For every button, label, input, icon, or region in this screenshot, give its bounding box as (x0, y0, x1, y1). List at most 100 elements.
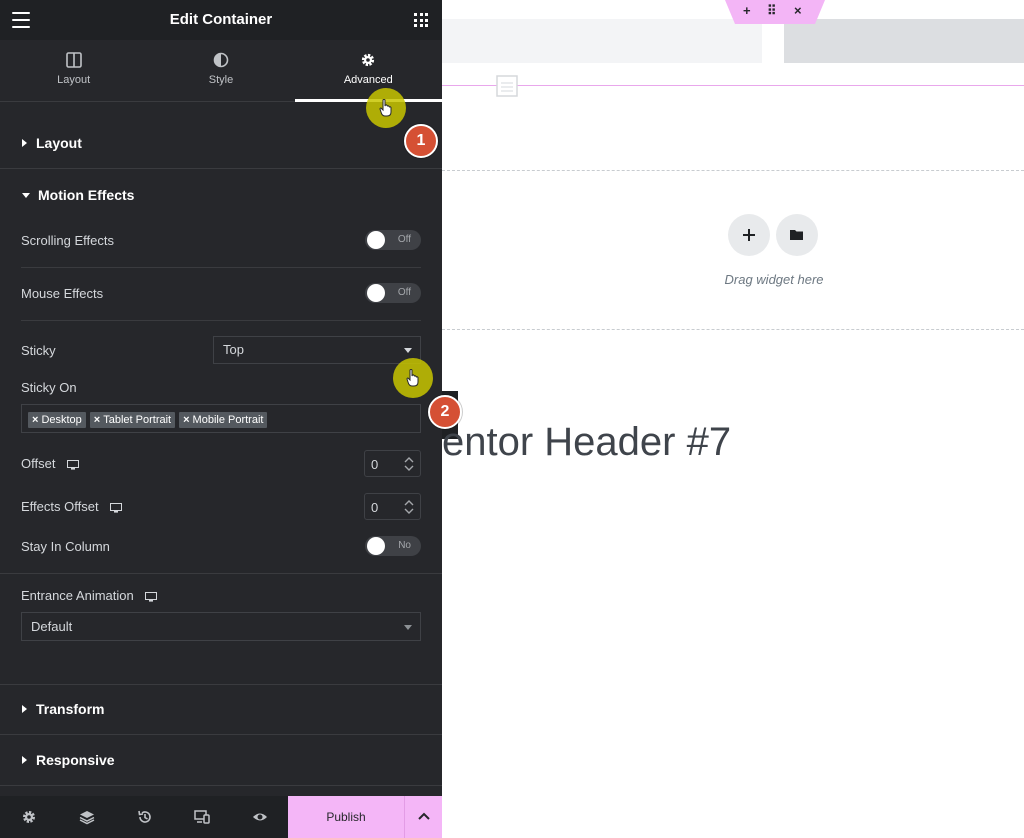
tab-label: Style (208, 74, 234, 86)
drag-handle-icon[interactable]: ⠿ (767, 3, 776, 19)
caret-right-icon (22, 756, 27, 764)
step-badge-2: 2 (428, 395, 462, 429)
entrance-animation-select[interactable]: Default (21, 612, 421, 641)
section-title: Transform (36, 701, 105, 717)
section-title: Motion Effects (38, 187, 135, 203)
mouse-effects-label: Mouse Effects (21, 286, 104, 301)
section-layout[interactable]: Layout (0, 135, 442, 151)
mouse-effects-toggle[interactable]: Off (365, 283, 421, 303)
desktop-icon[interactable] (110, 502, 123, 513)
offset-label: Offset (21, 456, 80, 471)
sticky-on-label: Sticky On (21, 380, 77, 395)
divider (21, 320, 421, 321)
gear-icon (362, 53, 375, 67)
select-value: Top (223, 342, 244, 357)
pointer-hand-icon (379, 99, 392, 117)
sticky-label: Sticky (21, 343, 56, 358)
plus-icon (743, 229, 755, 241)
half-circle-icon (213, 52, 229, 68)
add-widget-button[interactable] (728, 214, 770, 256)
spinner-icon[interactable] (404, 498, 414, 516)
divider (0, 734, 442, 735)
click-highlight (366, 88, 406, 128)
desktop-icon[interactable] (67, 459, 80, 470)
click-highlight (393, 358, 433, 398)
toggle-knob (367, 537, 385, 555)
chevron-down-icon (404, 348, 412, 353)
remove-tag-icon[interactable]: × (32, 414, 38, 426)
toggle-state: No (398, 540, 411, 551)
pointer-hand-icon (406, 369, 419, 387)
entrance-animation-label: Entrance Animation (21, 588, 158, 603)
toggle-knob (367, 284, 385, 302)
section-title: Layout (36, 135, 82, 151)
section-transform[interactable]: Transform (0, 701, 442, 717)
panel-header: Edit Container (0, 0, 442, 40)
container-outline (442, 85, 1024, 86)
tag-label: Mobile Portrait (192, 414, 264, 426)
tag-mobile-portrait[interactable]: × Mobile Portrait (179, 412, 268, 428)
toggle-state: Off (397, 234, 411, 245)
apps-grid-icon[interactable] (414, 13, 428, 27)
section-motion-effects[interactable]: Motion Effects (0, 187, 442, 203)
scrolling-effects-toggle[interactable]: Off (365, 230, 421, 250)
toggle-state: Off (397, 287, 411, 298)
number-value: 0 (371, 457, 379, 472)
scrolling-effects-label: Scrolling Effects (21, 233, 114, 248)
history-icon[interactable] (137, 809, 153, 825)
panel-title: Edit Container (169, 11, 273, 28)
spinner-icon[interactable] (404, 455, 414, 473)
dropzone-border (442, 170, 1024, 171)
tab-style[interactable]: Style (147, 40, 294, 101)
remove-tag-icon[interactable]: × (94, 414, 100, 426)
add-template-button[interactable] (776, 214, 818, 256)
add-container-icon[interactable]: + (743, 3, 751, 18)
drag-widget-hint: Drag widget here (724, 272, 824, 287)
tab-label: Layout (57, 74, 91, 86)
sticky-select[interactable]: Top (213, 336, 421, 364)
divider (0, 684, 442, 685)
tag-label: Desktop (41, 414, 82, 426)
step-badge-1: 1 (404, 124, 438, 158)
publish-options-button[interactable] (404, 796, 442, 838)
preview-canvas: + ⠿ × Drag widget here entor Header #7 (442, 0, 1024, 838)
section-responsive[interactable]: Responsive (0, 752, 442, 768)
preview-eye-icon[interactable] (252, 809, 268, 825)
tag-tablet-portrait[interactable]: × Tablet Portrait (89, 412, 176, 428)
delete-container-icon[interactable]: × (794, 3, 802, 18)
folder-icon (790, 230, 803, 240)
effects-offset-label: Effects Offset (21, 499, 123, 514)
effects-offset-text: Effects Offset (21, 499, 99, 514)
publish-button[interactable]: Publish (288, 796, 404, 838)
dropzone-border (442, 329, 1024, 330)
entrance-animation-text: Entrance Animation (21, 588, 134, 603)
header-placeholder-block (442, 19, 762, 63)
tab-layout[interactable]: Layout (0, 40, 147, 101)
divider (0, 168, 442, 169)
container-handle[interactable]: + ⠿ × (725, 0, 825, 24)
sticky-on-multiselect[interactable]: × Desktop × Tablet Portrait × Mobile Portrait (21, 404, 421, 433)
divider (21, 267, 421, 268)
columns-icon (65, 52, 82, 68)
tab-label: Advanced (343, 74, 393, 86)
chevron-down-icon (404, 624, 412, 630)
responsive-mode-icon[interactable] (194, 809, 210, 825)
panel-footer: Publish (0, 796, 442, 838)
header-placeholder-block (784, 19, 1024, 63)
offset-text: Offset (21, 456, 56, 471)
tab-advanced[interactable]: Advanced (294, 40, 443, 102)
desktop-icon[interactable] (145, 591, 158, 602)
effects-offset-input[interactable]: 0 (364, 493, 421, 520)
offset-input[interactable]: 0 (364, 450, 421, 477)
stay-in-column-label: Stay In Column (21, 539, 110, 554)
tag-desktop[interactable]: × Desktop (28, 412, 86, 428)
layers-icon[interactable] (79, 809, 95, 825)
toggle-knob (367, 231, 385, 249)
remove-tag-icon[interactable]: × (183, 414, 189, 426)
page-heading[interactable]: entor Header #7 (442, 420, 731, 465)
caret-down-icon (22, 193, 30, 198)
settings-gear-icon[interactable] (21, 809, 37, 825)
chevron-up-icon (418, 812, 430, 820)
stay-in-column-toggle[interactable]: No (365, 536, 421, 556)
caret-right-icon (22, 139, 27, 147)
